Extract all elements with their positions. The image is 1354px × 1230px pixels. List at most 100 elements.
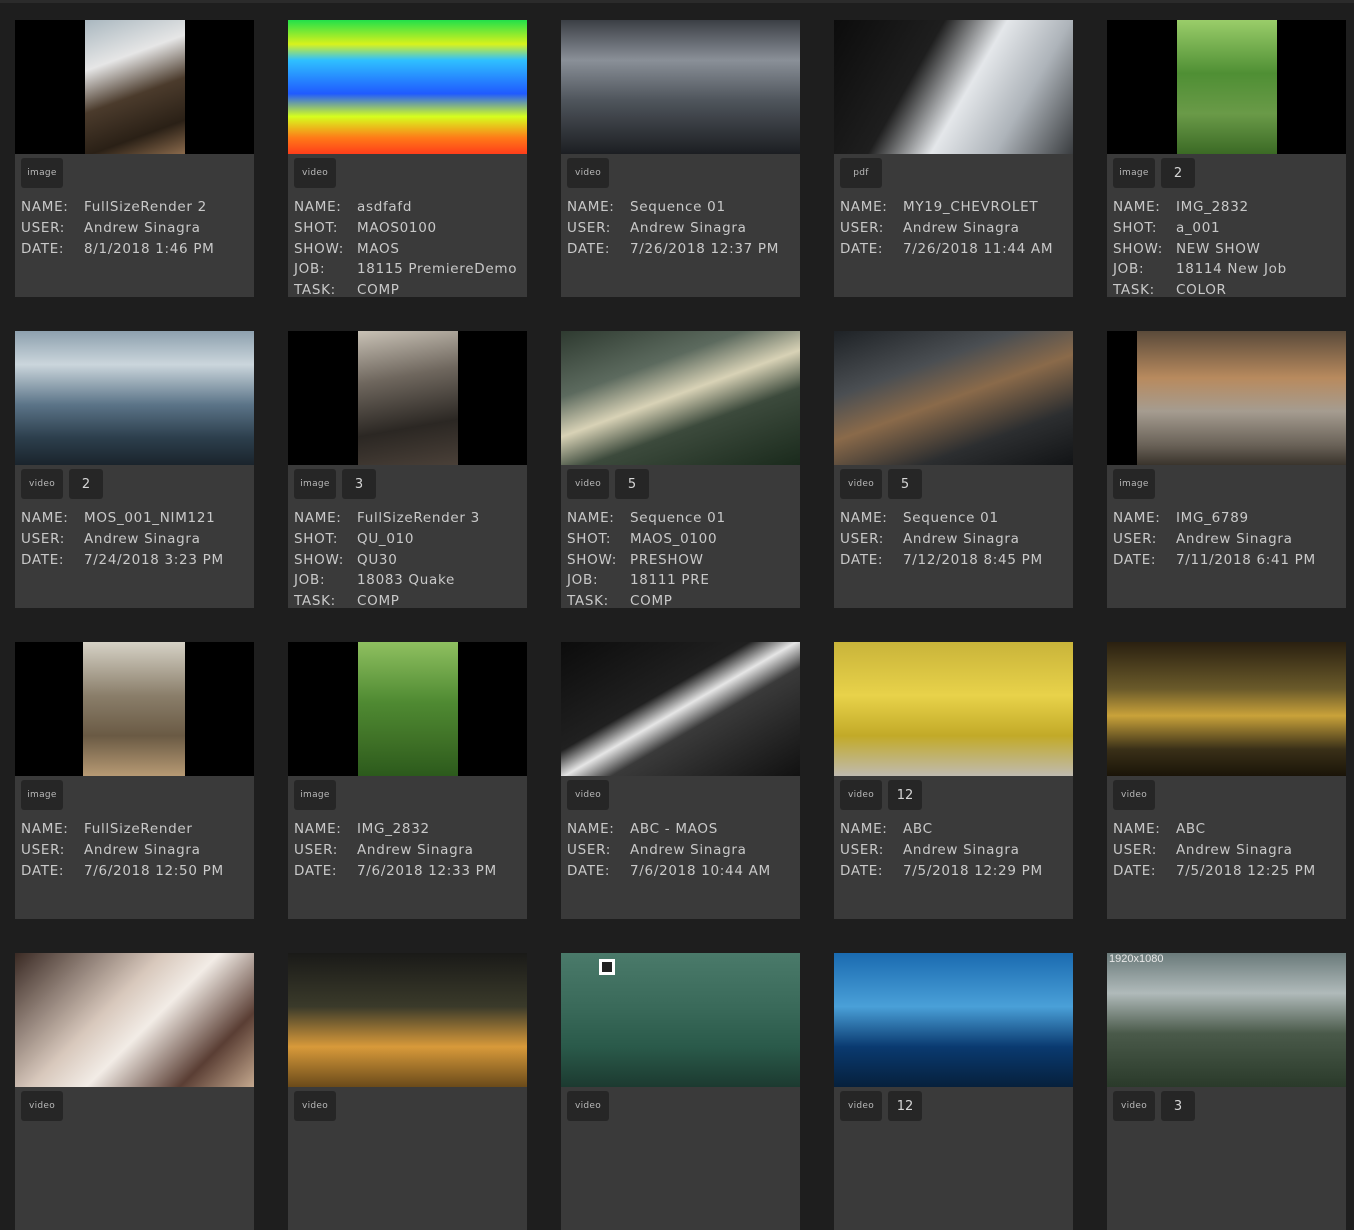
- metadata-value: Andrew Sinagra: [357, 842, 474, 859]
- metadata-value: 7/5/2018 12:29 PM: [903, 862, 1043, 879]
- asset-card[interactable]: image 2 NAME: IMG_2832 SHOT: a_001 SHOW: NEW SH…: [1107, 20, 1346, 297]
- metadata-row: DATE: 8/1/2018 1:46 PM: [21, 238, 251, 259]
- asset-thumbnail[interactable]: [561, 953, 800, 1087]
- asset-thumbnail[interactable]: [288, 642, 527, 776]
- asset-card[interactable]: video NAME: asdfafd SHOT: MAOS0100 SHOW: MAOS J…: [288, 20, 527, 297]
- metadata-key: JOB:: [1113, 261, 1145, 278]
- qr-code-icon: [599, 959, 615, 975]
- asset-thumbnail[interactable]: [15, 20, 254, 154]
- metadata-key: NAME:: [21, 510, 69, 527]
- metadata-key: SHOW:: [294, 240, 344, 257]
- metadata-row: NAME: Sequence 01: [567, 197, 797, 218]
- asset-card[interactable]: video NAME: Sequence 01 USER: Andrew Sinagra…: [561, 20, 800, 297]
- asset-thumbnail[interactable]: [15, 331, 254, 465]
- asset-card[interactable]: video 12 NAME: ABC USER: Andrew Sinagra DATE: 7…: [834, 642, 1073, 919]
- metadata-key: NAME:: [567, 510, 615, 527]
- asset-thumbnail[interactable]: [561, 642, 800, 776]
- metadata-row: NAME: MOS_001_NIM121: [21, 508, 251, 529]
- metadata-value: ABC - MAOS: [630, 821, 718, 838]
- asset-thumbnail[interactable]: [834, 642, 1073, 776]
- metadata-key: TASK:: [294, 593, 336, 608]
- asset-thumbnail[interactable]: [15, 642, 254, 776]
- asset-card[interactable]: 1920x1080 video 3: [1107, 953, 1346, 1230]
- metadata-value: Andrew Sinagra: [630, 842, 747, 859]
- asset-card[interactable]: image NAME: IMG_6789 USER: Andrew Sinagra DAT…: [1107, 331, 1346, 608]
- version-count-badge[interactable]: 3: [342, 469, 376, 499]
- asset-card[interactable]: video 5 NAME: Sequence 01 USER: Andrew Sinagr…: [834, 331, 1073, 608]
- resolution-label: 1920x1080: [1109, 953, 1164, 965]
- asset-card[interactable]: video 5 NAME: Sequence 01 SHOT: MAOS_0100 SHOW…: [561, 331, 800, 608]
- metadata-list: NAME: FullSizeRender USER: Andrew Sinagra DA…: [21, 819, 251, 881]
- asset-thumbnail[interactable]: [288, 20, 527, 154]
- version-count-badge[interactable]: 5: [615, 469, 649, 499]
- asset-card[interactable]: image NAME: IMG_2832 USER: Andrew Sinagra DAT…: [288, 642, 527, 919]
- metadata-key: USER:: [294, 842, 338, 859]
- version-count-badge[interactable]: 12: [888, 1091, 922, 1121]
- version-count-badge[interactable]: 12: [888, 780, 922, 810]
- metadata-value: 7/5/2018 12:25 PM: [1176, 862, 1316, 879]
- asset-thumbnail[interactable]: [1107, 642, 1346, 776]
- type-badge: video: [21, 1091, 63, 1121]
- asset-card[interactable]: video: [15, 953, 254, 1230]
- metadata-row: SHOW: MAOS: [294, 238, 524, 259]
- badge-row: video: [1113, 780, 1155, 810]
- type-badge: image: [21, 780, 63, 810]
- asset-card[interactable]: video 2 NAME: MOS_001_NIM121 USER: Andrew Sin…: [15, 331, 254, 608]
- metadata-row: JOB: 18114 New Job: [1113, 259, 1343, 280]
- metadata-key: DATE:: [567, 240, 611, 257]
- type-badge: video: [567, 469, 609, 499]
- asset-card[interactable]: video NAME: ABC - MAOS USER: Andrew Sinagra D…: [561, 642, 800, 919]
- metadata-key: NAME:: [294, 821, 342, 838]
- asset-card[interactable]: image NAME: FullSizeRender USER: Andrew Sina…: [15, 642, 254, 919]
- metadata-list: NAME: ABC USER: Andrew Sinagra DATE: 7/5/2018…: [840, 819, 1070, 881]
- version-count-badge[interactable]: 5: [888, 469, 922, 499]
- asset-thumbnail[interactable]: [561, 331, 800, 465]
- asset-card[interactable]: video: [288, 953, 527, 1230]
- metadata-value: MY19_CHEVROLET: [903, 199, 1039, 216]
- asset-card[interactable]: video 12: [834, 953, 1073, 1230]
- metadata-key: JOB:: [567, 572, 599, 589]
- asset-card[interactable]: video NAME: ABC USER: Andrew Sinagra DATE: 7/5…: [1107, 642, 1346, 919]
- asset-thumbnail[interactable]: [1107, 331, 1346, 465]
- metadata-row: TASK: COMP: [294, 280, 524, 297]
- badge-row: image 2: [1113, 158, 1195, 188]
- metadata-list: NAME: FullSizeRender 2 USER: Andrew Sinagra…: [21, 197, 251, 259]
- metadata-key: DATE:: [1113, 862, 1157, 879]
- asset-thumbnail[interactable]: [288, 953, 527, 1087]
- metadata-row: NAME: Sequence 01: [567, 508, 797, 529]
- metadata-list: NAME: ABC - MAOS USER: Andrew Sinagra DATE: 7…: [567, 819, 797, 881]
- asset-thumbnail[interactable]: [834, 953, 1073, 1087]
- metadata-row: USER: Andrew Sinagra: [567, 840, 797, 861]
- type-badge: image: [1113, 469, 1155, 499]
- metadata-key: DATE:: [21, 240, 65, 257]
- metadata-key: NAME:: [840, 821, 888, 838]
- version-count-badge[interactable]: 2: [1161, 158, 1195, 188]
- thumbnail-image: [15, 953, 254, 1087]
- asset-card[interactable]: pdf NAME: MY19_CHEVROLET USER: Andrew Sinagr…: [834, 20, 1073, 297]
- asset-thumbnail[interactable]: [561, 20, 800, 154]
- asset-card[interactable]: video: [561, 953, 800, 1230]
- thumbnail-image: [288, 953, 527, 1087]
- metadata-list: NAME: ABC USER: Andrew Sinagra DATE: 7/5/2018…: [1113, 819, 1343, 881]
- metadata-value: Sequence 01: [630, 199, 726, 216]
- metadata-value: ABC: [903, 821, 933, 838]
- metadata-value: MAOS: [357, 240, 400, 257]
- metadata-row: NAME: asdfafd: [294, 197, 524, 218]
- asset-thumbnail[interactable]: [15, 953, 254, 1087]
- asset-card[interactable]: image 3 NAME: FullSizeRender 3 SHOT: QU_010 SH…: [288, 331, 527, 608]
- asset-thumbnail[interactable]: 1920x1080: [1107, 953, 1346, 1087]
- version-count-badge[interactable]: 3: [1161, 1091, 1195, 1121]
- version-count-badge[interactable]: 2: [69, 469, 103, 499]
- asset-thumbnail[interactable]: [834, 331, 1073, 465]
- asset-card[interactable]: image NAME: FullSizeRender 2 USER: Andrew Si…: [15, 20, 254, 297]
- metadata-key: USER:: [840, 531, 884, 548]
- asset-thumbnail[interactable]: [288, 331, 527, 465]
- asset-thumbnail[interactable]: [1107, 20, 1346, 154]
- metadata-value: FullSizeRender 2: [84, 199, 207, 216]
- metadata-row: USER: Andrew Sinagra: [1113, 840, 1343, 861]
- metadata-row: JOB: 18111 PRE: [567, 570, 797, 591]
- asset-thumbnail[interactable]: [834, 20, 1073, 154]
- metadata-key: SHOW:: [294, 551, 344, 568]
- metadata-value: ABC: [1176, 821, 1206, 838]
- thumbnail-image: [834, 953, 1073, 1087]
